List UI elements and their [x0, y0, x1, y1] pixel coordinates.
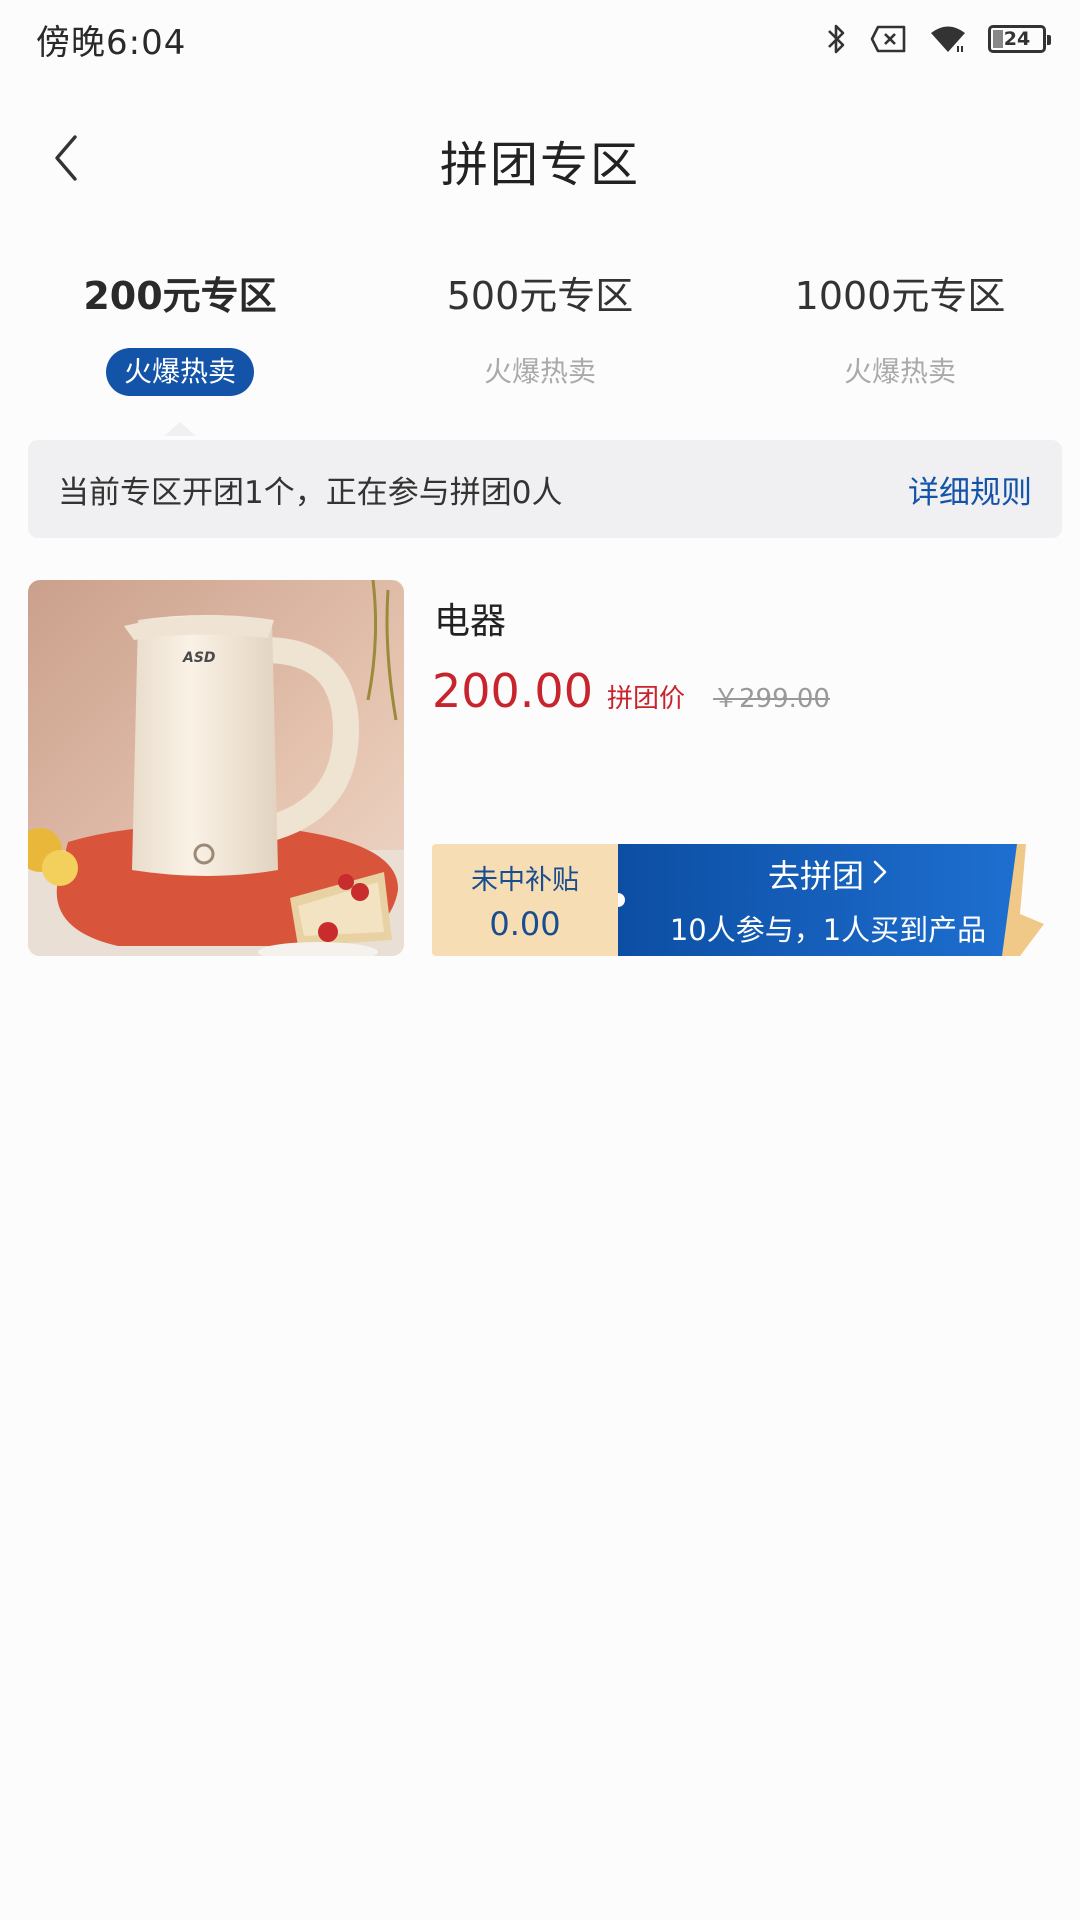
original-price: ￥299.00: [712, 684, 830, 714]
battery-icon: 24: [988, 25, 1051, 53]
join-participants: 10人参与，1人买到产品: [669, 913, 987, 947]
tab-pointer: [164, 422, 196, 436]
product-name: 电器: [434, 601, 507, 642]
tab-200[interactable]: 200元专区 火爆热卖: [0, 268, 360, 436]
join-label: 去拼团: [767, 857, 864, 895]
tab-sub-label: 火爆热卖: [843, 355, 956, 388]
tab-sub-label: 火爆热卖: [483, 355, 596, 388]
bluetooth-icon: [826, 22, 848, 56]
page-title: 拼团专区: [439, 137, 640, 193]
subsidy-value: 0.00: [489, 904, 561, 943]
tab-sub-badge: 火爆热卖: [105, 348, 254, 396]
rules-link[interactable]: 详细规则: [908, 467, 1032, 512]
chevron-right-icon: [872, 855, 888, 893]
group-price-tag: 拼团价: [606, 684, 685, 714]
tab-label: 500元专区: [446, 274, 634, 318]
zone-info-text: 当前专区开团1个，正在参与拼团0人: [58, 474, 563, 511]
battery-level: 24: [1003, 28, 1031, 50]
zone-info-bar: 当前专区开团1个，正在参与拼团0人 详细规则: [28, 440, 1062, 538]
sim-off-icon: [870, 24, 908, 54]
chevron-left-icon: [51, 133, 81, 187]
tab-label: 1000元专区: [794, 274, 1006, 318]
brand-logo: ASD: [182, 650, 216, 666]
join-group-button[interactable]: 去拼团 10人参与，1人买到产品: [618, 844, 1038, 956]
subsidy-box: 未中补贴 0.00: [432, 844, 618, 956]
tab-500[interactable]: 500元专区 火爆热卖: [360, 268, 720, 418]
status-icons: 24: [826, 22, 1051, 56]
tab-label: 200元专区: [83, 274, 277, 318]
group-price: 200.00: [432, 664, 593, 718]
join-title: 去拼团: [768, 851, 888, 897]
nav-bar: 拼团专区: [0, 100, 1080, 220]
wifi-icon: [930, 24, 966, 54]
status-time: 傍晚6:04: [36, 22, 187, 63]
zone-tabs: 200元专区 火爆热卖 500元专区 火爆热卖 1000元专区 火爆热卖: [0, 268, 1080, 436]
tab-1000[interactable]: 1000元专区 火爆热卖: [720, 268, 1080, 418]
price-row: 200.00 拼团价 ￥299.00: [432, 664, 830, 718]
back-button[interactable]: [36, 130, 96, 190]
status-bar: 傍晚6:04 24: [0, 0, 1080, 78]
join-group-banner[interactable]: 未中补贴 0.00 去拼团 10人参与，1人买到产品: [432, 844, 1044, 956]
product-image[interactable]: ASD: [28, 580, 404, 956]
product-card[interactable]: ASD 电器 200.00 拼团价 ￥299.00 未中补贴 0.00 去拼团 …: [28, 580, 1062, 956]
subsidy-label: 未中补贴: [471, 864, 579, 896]
